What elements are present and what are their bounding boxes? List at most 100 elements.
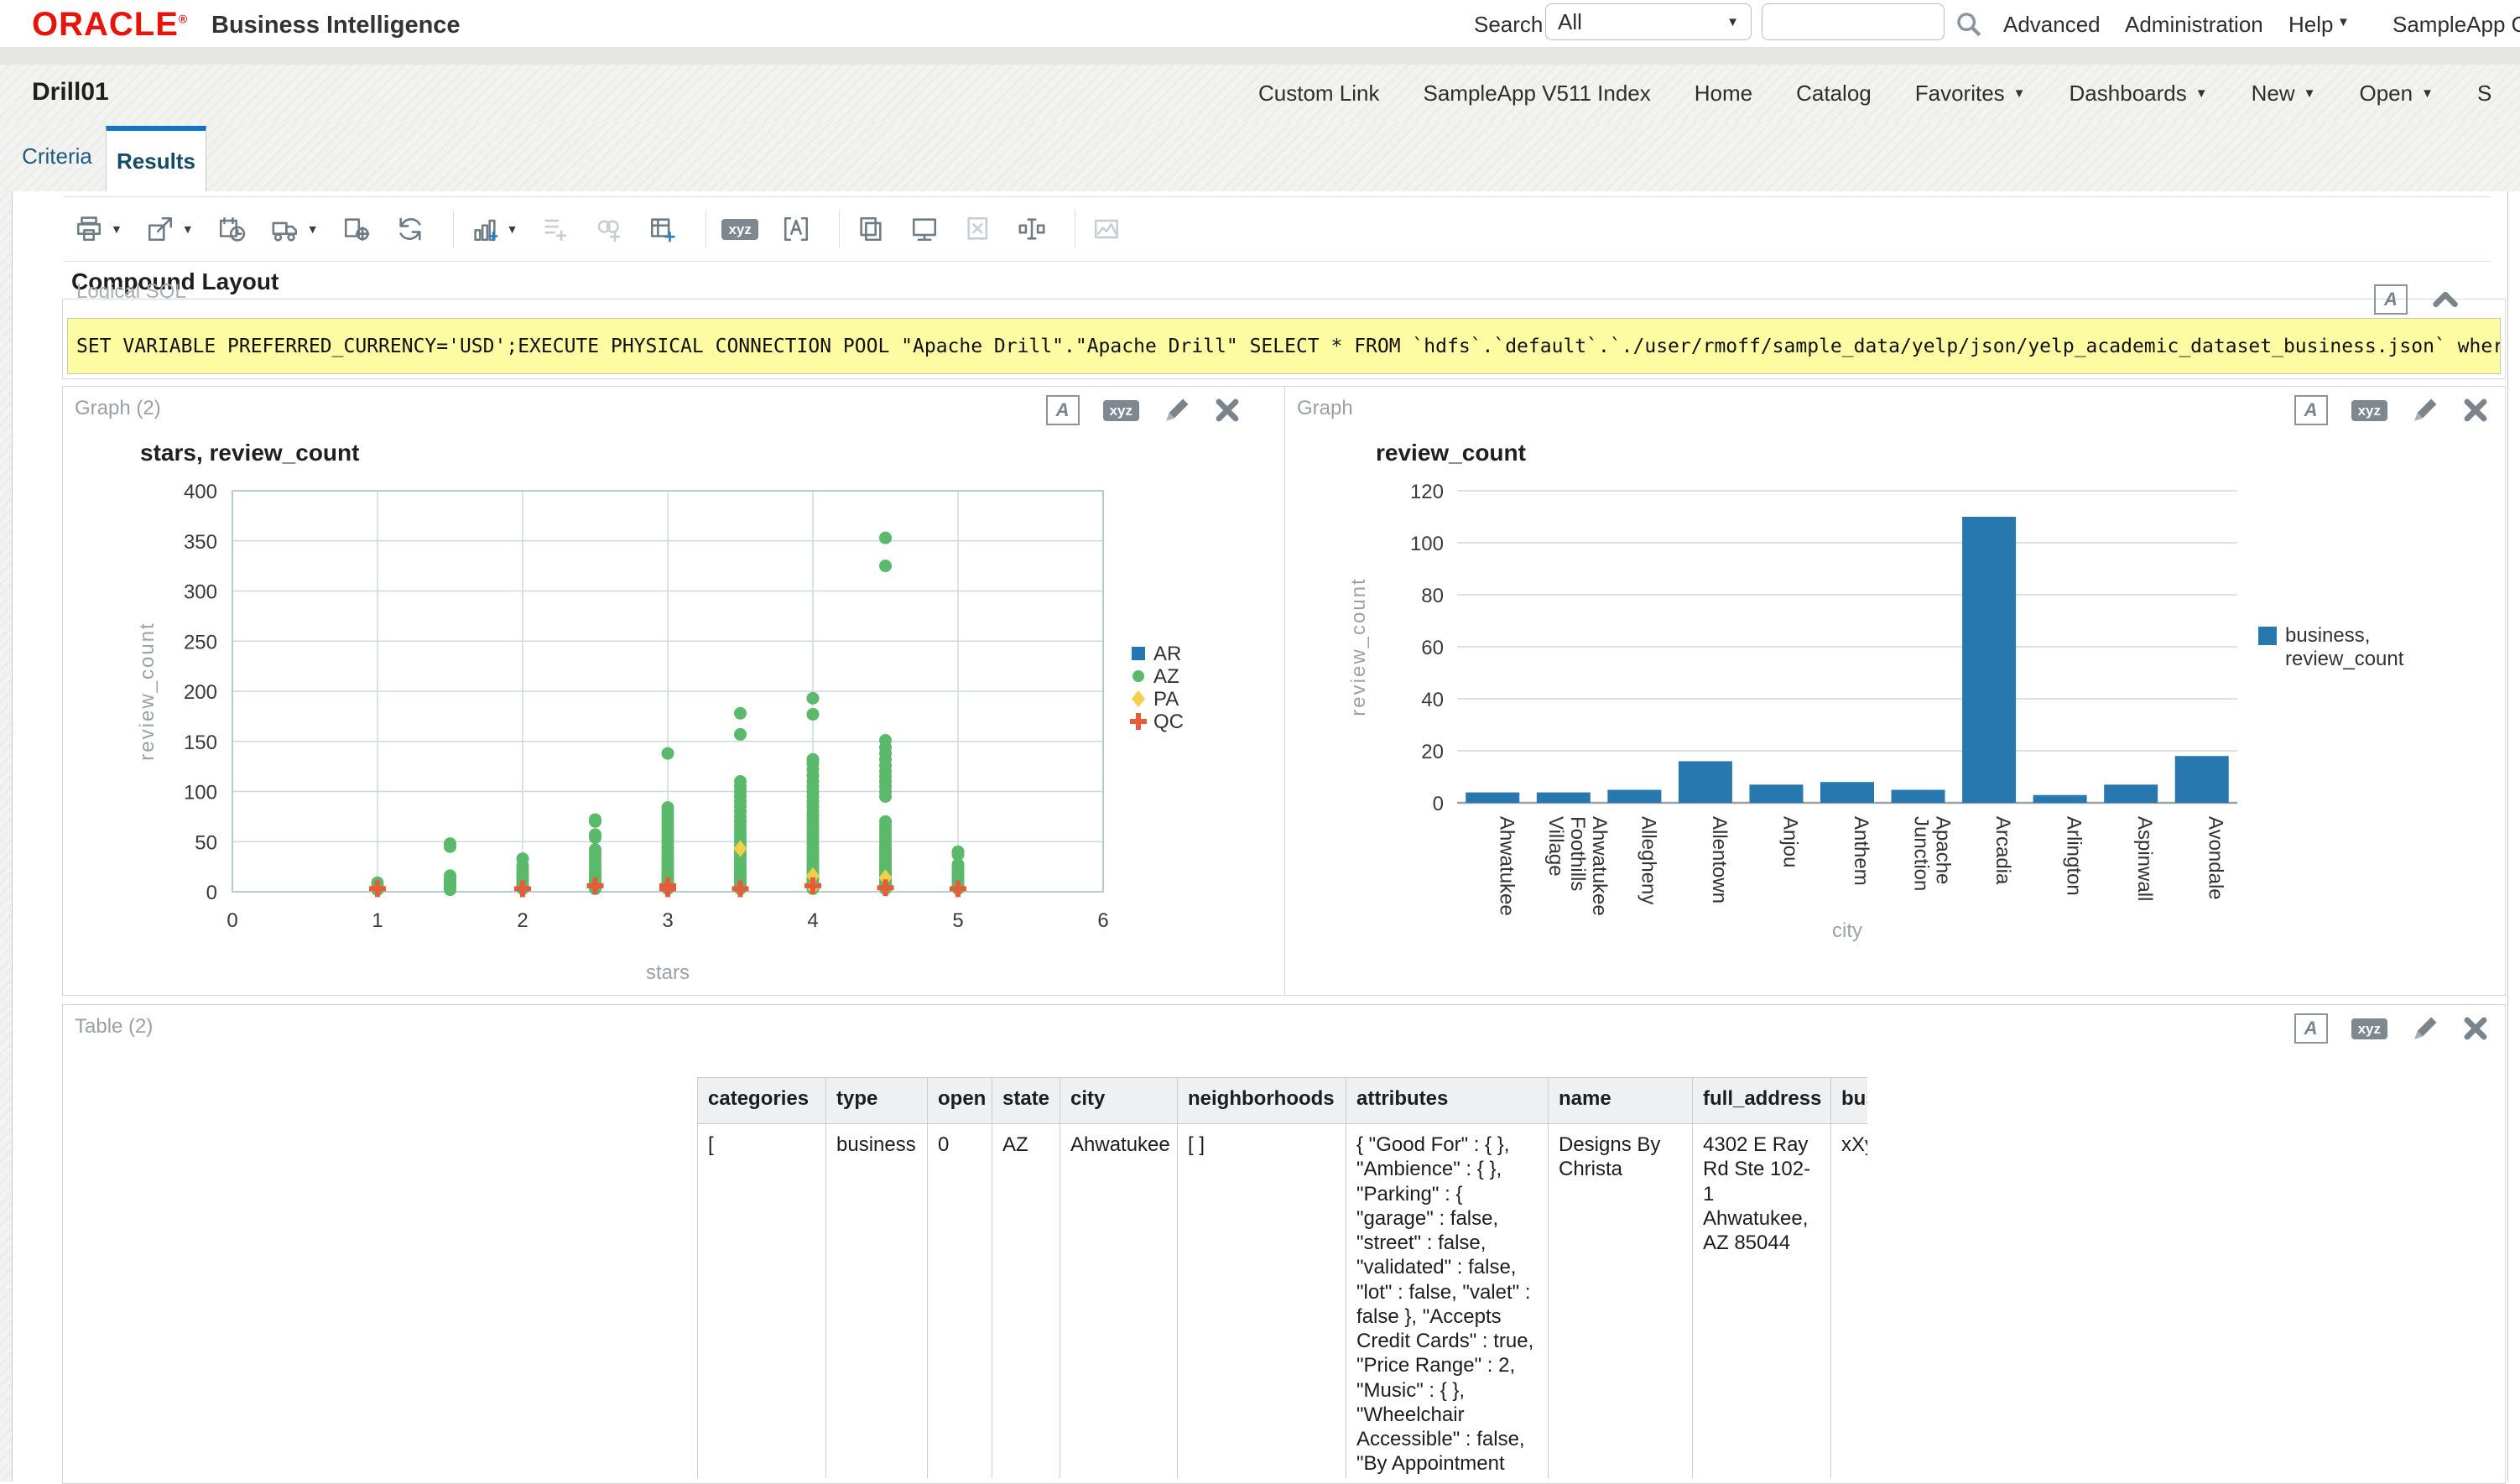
column-header-full_address: full_address <box>1693 1078 1831 1124</box>
delete-view-icon <box>962 215 994 243</box>
logical-sql-text: SET VARIABLE PREFERRED_CURRENCY='USD';EX… <box>67 318 2501 374</box>
format-container-icon[interactable]: A <box>2374 284 2408 315</box>
svg-text:Arcadia: Arcadia <box>1992 816 2014 885</box>
chevron-down-icon: ▼ <box>2421 86 2434 101</box>
results-toolbar: ▼ ▼ ▼ ▼ xyz <box>63 196 2491 262</box>
new-group-icon <box>593 215 625 243</box>
toolbar-analysis-properties-button[interactable] <box>341 215 372 243</box>
svg-text:350: 350 <box>184 531 217 554</box>
svg-text:400: 400 <box>184 481 217 503</box>
new-calculated-measure-icon <box>539 215 571 243</box>
svg-text:4: 4 <box>807 909 818 932</box>
svg-text:Allegheny: Allegheny <box>1637 816 1659 904</box>
svg-text:60: 60 <box>1421 637 1444 659</box>
preview-icon <box>909 215 940 243</box>
graph-panel: Graph Axyz 020406080100120review_countre… <box>1284 386 2506 996</box>
nav-link-custom-link[interactable]: Custom Link <box>1258 81 1380 107</box>
toolbar-new-calculated-item-button[interactable] <box>647 215 679 243</box>
toolbar-deliver-button[interactable]: ▼ <box>269 215 319 243</box>
toolbar-print-button[interactable]: ▼ <box>73 215 122 243</box>
nav-menu-new[interactable]: New▼ <box>2252 81 2316 107</box>
analysis-title: Drill01 <box>32 78 109 107</box>
nav-account[interactable]: SampleApp O <box>2392 12 2520 38</box>
graph2-remove-view-icon[interactable] <box>1215 398 1240 423</box>
nav-link-home[interactable]: Home <box>1695 81 1752 107</box>
chevron-down-icon: ▼ <box>2013 86 2026 101</box>
nav-menu-dashboards[interactable]: Dashboards▼ <box>2070 81 2208 107</box>
graph-format-container-icon[interactable]: A <box>2294 395 2328 425</box>
deliver-icon <box>269 215 301 243</box>
svg-text:150: 150 <box>184 732 217 754</box>
table-format-container-icon[interactable]: A <box>2294 1013 2328 1044</box>
svg-text:6: 6 <box>1097 909 1108 932</box>
svg-text:review_count: review_count <box>1347 577 1370 716</box>
toolbar-refresh-button[interactable] <box>394 215 426 243</box>
svg-text:Foothills: Foothills <box>1566 816 1589 891</box>
svg-text:review_count: review_count <box>1376 440 1526 466</box>
bar-chart: 020406080100120review_countreview_countc… <box>1285 387 2503 993</box>
cell-type: business <box>826 1124 928 1479</box>
svg-text:2: 2 <box>517 909 528 932</box>
toolbar-new-view-button[interactable]: ▼ <box>469 215 518 243</box>
global-header: ORACLE® Business Intelligence Search All… <box>0 0 2520 48</box>
table-remove-view-icon[interactable] <box>2463 1016 2488 1041</box>
table-panel-toolbar: Axyz <box>2294 1013 2488 1044</box>
nav-menu-label: New <box>2252 81 2295 107</box>
column-header-state: state <box>992 1078 1060 1124</box>
toolbar-show-chart-button <box>1091 215 1122 243</box>
svg-text:80: 80 <box>1421 585 1444 607</box>
nav-menu-label: Open <box>2359 81 2413 107</box>
toolbar-rename-view-button[interactable] <box>1016 215 1048 243</box>
graph2-panel-title: Graph (2) <box>75 397 161 420</box>
tab-results[interactable]: Results <box>106 126 206 191</box>
search-label: Search <box>1474 12 1543 38</box>
nav-menu-favorites[interactable]: Favorites▼ <box>1915 81 2026 107</box>
svg-text:0: 0 <box>226 909 237 932</box>
svg-text:city: city <box>1832 919 1862 942</box>
nav-help[interactable]: Help <box>2288 12 2333 38</box>
show-chart-icon <box>1091 215 1122 243</box>
search-input[interactable] <box>1762 3 1945 40</box>
column-header-city: city <box>1060 1078 1178 1124</box>
table-edit-view-icon[interactable] <box>2411 1014 2439 1043</box>
nav-link-catalog[interactable]: Catalog <box>1796 81 1872 107</box>
chevron-down-icon: ▼ <box>2195 86 2208 101</box>
search-icon[interactable] <box>1955 10 1983 39</box>
toolbar-schedule-button[interactable] <box>216 215 247 243</box>
nav-link-sampleapp-v511-index[interactable]: SampleApp V511 Index <box>1424 81 1651 107</box>
tab-bar: Criteria Results <box>0 122 2520 191</box>
chevron-down-icon: ▼ <box>182 222 194 236</box>
graph2-edit-view-icon[interactable] <box>1163 396 1191 424</box>
svg-text:Apache: Apache <box>1932 816 1955 884</box>
chevron-down-icon: ▼ <box>111 222 122 236</box>
table-view-name-icon[interactable]: xyz <box>2351 1018 2387 1039</box>
toolbar-preview-button[interactable] <box>909 215 940 243</box>
svg-text:5: 5 <box>952 909 963 932</box>
svg-text:0: 0 <box>1433 793 1444 815</box>
toolbar-selection-steps-button[interactable]: xyz <box>721 219 758 240</box>
nav-menu-open[interactable]: Open ▼ <box>2359 81 2433 107</box>
graph-remove-view-icon[interactable] <box>2463 398 2488 423</box>
export-icon <box>144 215 176 243</box>
svg-text:Anthem: Anthem <box>1850 816 1872 886</box>
new-calculated-item-icon <box>647 215 679 243</box>
graph2-format-container-icon[interactable]: A <box>1046 395 1080 425</box>
header-divider <box>0 48 2520 65</box>
graph2-view-name-icon[interactable]: xyz <box>1103 400 1139 421</box>
chevron-down-icon: ▼ <box>307 222 319 236</box>
nav-administration[interactable]: Administration <box>2125 12 2263 38</box>
collapse-panel-icon[interactable] <box>2431 289 2460 310</box>
new-view-icon <box>469 215 501 243</box>
toolbar-import-formatting-button[interactable] <box>780 215 812 243</box>
scatter-chart: 0501001502002503003504000123456stars, re… <box>63 387 1289 993</box>
graph-view-name-icon[interactable]: xyz <box>2351 400 2387 421</box>
registered-mark: ® <box>179 13 188 26</box>
nav-link-truncated[interactable]: S <box>2477 81 2491 107</box>
nav-advanced[interactable]: Advanced <box>2003 12 2101 38</box>
tab-criteria[interactable]: Criteria <box>22 122 92 191</box>
toolbar-export-button[interactable]: ▼ <box>144 215 194 243</box>
graph-edit-view-icon[interactable] <box>2411 396 2439 424</box>
refresh-icon <box>394 215 426 243</box>
toolbar-duplicate-view-button[interactable] <box>855 215 887 243</box>
search-scope-select[interactable]: All ▼ <box>1545 3 1752 40</box>
